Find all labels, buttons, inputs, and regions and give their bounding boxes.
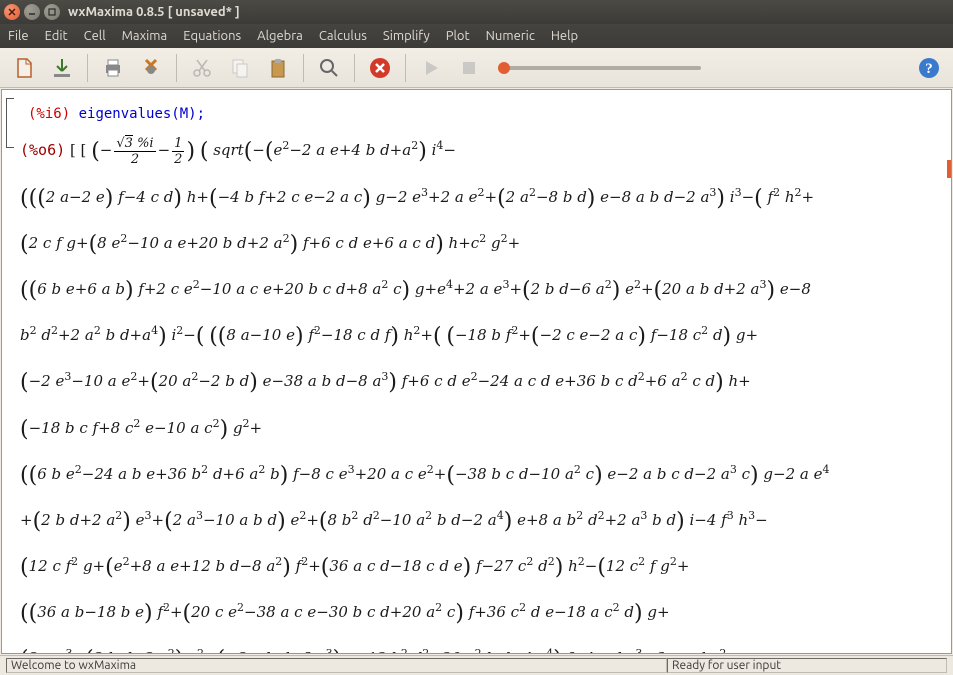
output-line-0: (%o6) [ [ (−√3 %i2−12) ( sqrt(−(e2−2 a e… [10,129,943,175]
output-line-1: (((2 a−2 e) f−4 c d) h+(−4 b f+2 c e−2 a… [10,176,943,222]
print-button[interactable] [97,52,129,84]
output-label: (%o6) [20,141,65,159]
output-line-11: (2 a e3+(2 b d+2 a2) e2+(−2 a b d−8 a3) … [10,637,943,654]
output-line-7: ((6 b e2−24 a b e+36 b2 d+6 a2 b) f−8 c … [10,453,943,499]
output-line-6: (−18 b c f+8 c2 e−10 a c2) g2+ [10,407,943,453]
slider-thumb[interactable] [498,62,510,74]
menu-equations[interactable]: Equations [183,29,241,43]
maximize-button[interactable] [44,4,60,20]
window-title: wxMaxima 0.8.5 [ unsaved* ] [68,5,240,19]
animation-slider[interactable] [501,66,701,70]
status-left: Welcome to wxMaxima [6,658,667,673]
menu-simplify[interactable]: Simplify [383,29,430,43]
menu-edit[interactable]: Edit [45,29,68,43]
output-line-3: ((6 b e+6 a b) f+2 c e2−10 a c e+20 b c … [10,268,943,314]
paste-button[interactable] [262,52,294,84]
menu-algebra[interactable]: Algebra [257,29,303,43]
math-content: [ [ (−√3 %i2−12) ( sqrt(−(e2−2 a e+4 b d… [70,141,456,159]
input-cell[interactable]: (%i6) eigenvalues(M); [10,100,943,129]
preferences-button[interactable] [135,52,167,84]
play-button[interactable] [415,52,447,84]
new-file-button[interactable] [8,52,40,84]
output-line-5: (−2 e3−10 a e2+(20 a2−2 b d) e−38 a b d−… [10,360,943,406]
scroll-indicator [947,160,951,178]
svg-text:?: ? [925,61,933,77]
menu-help[interactable]: Help [551,29,578,43]
toolbar: ? [0,48,953,88]
pause-stop-button[interactable] [453,52,485,84]
input-label: (%i6) [28,106,70,122]
status-right: Ready for user input [667,658,947,673]
output-line-8: +(2 b d+2 a2) e3+(2 a3−10 a b d) e2+(8 b… [10,499,943,545]
menu-file[interactable]: File [8,29,29,43]
help-button[interactable]: ? [913,52,945,84]
output-line-4: b2 d2+2 a2 b d+a4) i2−( ((8 a−10 e) f2−1… [10,314,943,360]
close-button[interactable] [4,4,20,20]
output-line-9: (12 c f2 g+(e2+8 a e+12 b d−8 a2) f2+(36… [10,545,943,591]
copy-button[interactable] [224,52,256,84]
titlebar: wxMaxima 0.8.5 [ unsaved* ] [0,0,953,24]
minimize-button[interactable] [24,4,40,20]
worksheet-area[interactable]: (%i6) eigenvalues(M); (%o6) [ [ (−√3 %i2… [1,89,952,654]
input-code: eigenvalues(M); [79,106,205,122]
menu-calculus[interactable]: Calculus [319,29,367,43]
statusbar: Welcome to wxMaxima Ready for user input [0,655,953,675]
output-line-2: (2 c f g+(8 e2−10 a e+20 b d+2 a2) f+6 c… [10,222,943,268]
menu-maxima[interactable]: Maxima [122,29,168,43]
output-line-10: ((36 a b−18 b e) f2+(20 c e2−38 a c e−30… [10,591,943,637]
menubar: File Edit Cell Maxima Equations Algebra … [0,24,953,48]
cut-button[interactable] [186,52,218,84]
cell-bracket[interactable] [6,98,14,148]
window-controls [4,4,60,20]
stop-button[interactable] [364,52,396,84]
save-button[interactable] [46,52,78,84]
find-button[interactable] [313,52,345,84]
menu-cell[interactable]: Cell [84,29,106,43]
menu-plot[interactable]: Plot [446,29,470,43]
menu-numeric[interactable]: Numeric [486,29,535,43]
